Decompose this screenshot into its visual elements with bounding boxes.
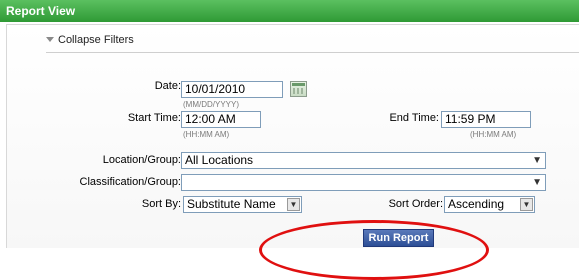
chevron-down-icon: ▼ [287, 198, 300, 211]
date-format-hint: (MM/DD/YYYY) [183, 100, 239, 109]
window-title: Report View [0, 0, 579, 22]
sort-by-select[interactable]: Substitute Name ▼ [183, 196, 302, 213]
classification-group-label: Classification/Group: [79, 176, 182, 188]
classification-group-select[interactable]: ▼ [181, 174, 546, 191]
triangle-down-icon [46, 36, 54, 42]
end-time-hint: (HH:MM AM) [470, 130, 517, 139]
location-group-select[interactable]: All Locations ▼ [181, 152, 546, 169]
divider [46, 52, 579, 53]
sort-order-value: Ascending [448, 197, 505, 211]
chevron-down-icon: ▼ [520, 198, 533, 211]
sort-by-value: Substitute Name [187, 197, 276, 211]
run-report-button[interactable]: Run Report [363, 229, 434, 247]
end-time-field[interactable]: 11:59 PM [441, 111, 531, 128]
collapse-filters-toggle[interactable]: Collapse Filters [46, 34, 134, 46]
end-time-label: End Time: [389, 112, 439, 124]
date-label: Date: [154, 80, 181, 92]
start-time-field[interactable]: 12:00 AM [181, 111, 261, 128]
chevron-down-icon: ▼ [532, 155, 542, 166]
location-group-label: Location/Group: [102, 154, 181, 166]
sort-order-select[interactable]: Ascending ▼ [444, 196, 535, 213]
calendar-icon[interactable] [290, 81, 307, 97]
start-time-label: Start Time: [127, 112, 181, 124]
location-group-value: All Locations [185, 153, 254, 167]
collapse-filters-label: Collapse Filters [58, 34, 134, 46]
start-time-hint: (HH:MM AM) [183, 130, 230, 139]
sort-by-label: Sort By: [141, 198, 181, 210]
date-field[interactable]: 10/01/2010 [181, 81, 283, 98]
sort-order-label: Sort Order: [388, 198, 443, 210]
chevron-down-icon: ▼ [532, 177, 542, 188]
